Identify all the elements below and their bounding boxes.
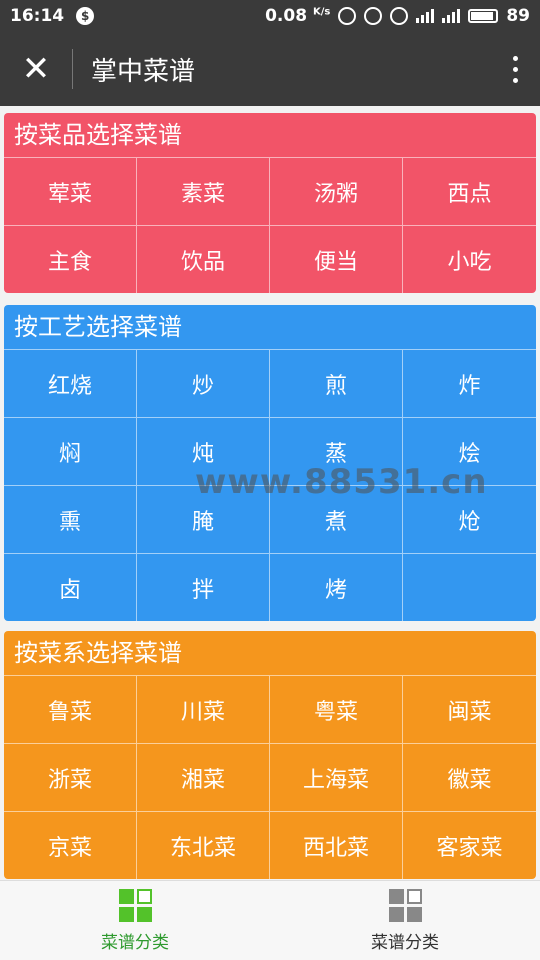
tab-label: 菜谱分类 — [371, 932, 439, 953]
category-item[interactable]: 浙菜 — [4, 743, 137, 811]
signal-2-icon — [442, 9, 461, 23]
category-item[interactable]: 素菜 — [137, 157, 270, 225]
category-item[interactable]: 红烧 — [4, 349, 137, 417]
tab-recipe-categories-2[interactable]: 菜谱分类 — [270, 881, 540, 960]
speed-value: 0.08 — [265, 6, 308, 26]
category-grid: 鲁菜 川菜 粤菜 闽菜 浙菜 湘菜 上海菜 徽菜 京菜 东北菜 西北菜 客家菜 — [4, 675, 536, 879]
grid-icon — [388, 888, 422, 922]
tab-label: 菜谱分类 — [101, 932, 169, 953]
app-bar: ✕ 掌中菜谱 — [0, 32, 540, 106]
category-item[interactable]: 烤 — [270, 553, 403, 621]
category-item[interactable]: 熏 — [4, 485, 137, 553]
category-grid: 荤菜 素菜 汤粥 西点 主食 饮品 便当 小吃 — [4, 157, 536, 293]
divider — [72, 49, 73, 89]
speed-unit: K/s — [312, 6, 331, 18]
section-title: 按工艺选择菜谱 — [14, 313, 182, 341]
close-button[interactable]: ✕ — [0, 32, 72, 106]
category-item[interactable]: 炸 — [403, 349, 536, 417]
close-icon: ✕ — [21, 49, 51, 89]
category-item[interactable]: 小吃 — [403, 225, 536, 293]
battery-icon — [468, 9, 499, 23]
section-by-cuisine: 按菜系选择菜谱 鲁菜 川菜 粤菜 闽菜 浙菜 湘菜 上海菜 徽菜 京菜 东北菜 … — [4, 631, 536, 879]
section-title: 按菜系选择菜谱 — [14, 639, 182, 667]
section-by-dish: 按菜品选择菜谱 荤菜 素菜 汤粥 西点 主食 饮品 便当 小吃 — [4, 113, 536, 293]
settings-status-icon — [390, 7, 409, 25]
page-title: 掌中菜谱 — [91, 56, 196, 87]
more-dot-icon — [512, 66, 518, 72]
status-bar: 16:14 $ 0.08 K/s 89 — [0, 0, 540, 32]
category-item[interactable]: 川菜 — [137, 675, 270, 743]
category-item[interactable]: 客家菜 — [403, 811, 536, 879]
grid-icon — [118, 888, 152, 922]
category-item[interactable]: 京菜 — [4, 811, 137, 879]
category-item[interactable]: 汤粥 — [270, 157, 403, 225]
status-right: 0.08 K/s 89 — [265, 6, 530, 26]
category-item[interactable]: 闽菜 — [403, 675, 536, 743]
category-item[interactable]: 便当 — [270, 225, 403, 293]
more-dot-icon — [512, 55, 518, 61]
status-time: 16:14 — [10, 6, 65, 26]
category-item[interactable]: 煎 — [270, 349, 403, 417]
section-title: 按菜品选择菜谱 — [14, 121, 182, 149]
category-item[interactable]: 主食 — [4, 225, 137, 293]
signal-icon — [416, 9, 435, 23]
watermark-text: www.88531.cn — [195, 462, 488, 502]
category-item[interactable]: 湘菜 — [137, 743, 270, 811]
network-speed: 0.08 K/s — [265, 6, 330, 26]
alarm-icon — [364, 7, 383, 25]
category-item[interactable]: 鲁菜 — [4, 675, 137, 743]
category-item[interactable]: 卤 — [4, 553, 137, 621]
notification-icon: $ — [76, 7, 95, 25]
headphone-icon — [338, 7, 357, 25]
category-item[interactable]: 徽菜 — [403, 743, 536, 811]
category-item[interactable]: 焖 — [4, 417, 137, 485]
category-item-empty — [403, 553, 536, 621]
more-options-button[interactable] — [490, 32, 540, 106]
category-item[interactable]: 西北菜 — [270, 811, 403, 879]
category-item[interactable]: 饮品 — [137, 225, 270, 293]
category-item[interactable]: 上海菜 — [270, 743, 403, 811]
battery-level: 89 — [506, 6, 530, 26]
category-item[interactable]: 炒 — [137, 349, 270, 417]
more-dot-icon — [512, 77, 518, 83]
category-item[interactable]: 东北菜 — [137, 811, 270, 879]
category-item[interactable]: 荤菜 — [4, 157, 137, 225]
category-item[interactable]: 粤菜 — [270, 675, 403, 743]
category-item[interactable]: 西点 — [403, 157, 536, 225]
bottom-nav: 菜谱分类 菜谱分类 — [0, 880, 540, 960]
tab-recipe-categories[interactable]: 菜谱分类 — [0, 881, 270, 960]
category-item[interactable]: 拌 — [137, 553, 270, 621]
